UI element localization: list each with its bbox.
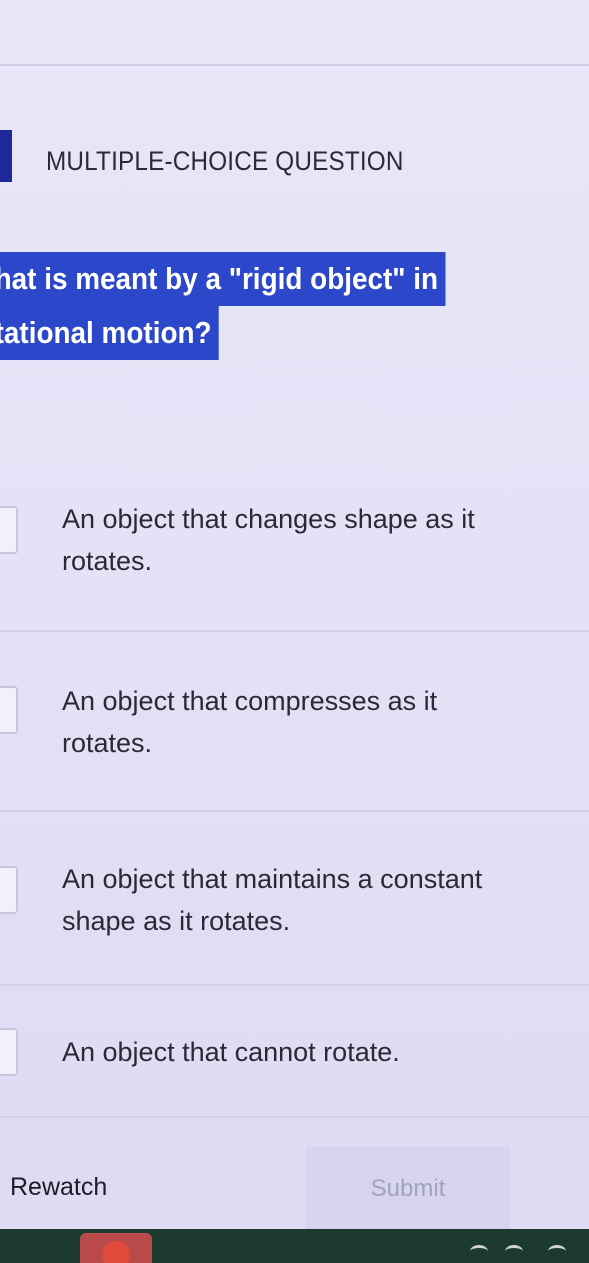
answer-option-label[interactable]: An object that compresses as it rotates. bbox=[62, 680, 532, 764]
taskbar-icon[interactable] bbox=[548, 1245, 566, 1258]
answer-option-1-line-1: An object that changes shape as it bbox=[62, 504, 475, 534]
option-divider bbox=[0, 1116, 589, 1118]
taskbar bbox=[0, 1229, 589, 1263]
answer-option-4-line-1: An object that cannot rotate. bbox=[62, 1037, 400, 1067]
option-divider bbox=[0, 984, 589, 986]
checkbox-icon[interactable] bbox=[0, 506, 18, 554]
answer-option-label[interactable]: An object that changes shape as it rotat… bbox=[62, 498, 532, 582]
option-divider bbox=[0, 630, 589, 632]
top-divider bbox=[0, 64, 589, 66]
question-text-line-1: hat is meant by a "rigid object" in bbox=[0, 252, 446, 306]
question-text: hat is meant by a "rigid object" in tati… bbox=[0, 252, 450, 360]
checkbox-icon[interactable] bbox=[0, 1028, 18, 1076]
answer-option-3-line-1: An object that maintains a constant bbox=[62, 864, 483, 894]
answer-option-label[interactable]: An object that cannot rotate. bbox=[62, 1031, 532, 1073]
question-text-line-2: tational motion? bbox=[0, 306, 219, 360]
answer-option-3-line-2: shape as it rotates. bbox=[62, 906, 291, 936]
answer-option-label[interactable]: An object that maintains a constant shap… bbox=[62, 858, 532, 942]
taskbar-icon[interactable] bbox=[505, 1245, 523, 1258]
taskbar-icon[interactable] bbox=[470, 1245, 488, 1258]
answer-option-2-line-1: An object that compresses as it bbox=[62, 686, 438, 716]
option-divider bbox=[0, 810, 589, 812]
quiz-page: MULTIPLE-CHOICE QUESTION hat is meant by… bbox=[0, 0, 589, 1263]
checkbox-icon[interactable] bbox=[0, 686, 18, 734]
taskbar-app-icon[interactable] bbox=[80, 1233, 152, 1263]
question-accent-bar bbox=[0, 130, 12, 182]
answer-option-2-line-2: rotates. bbox=[62, 728, 153, 758]
app-logo-icon bbox=[102, 1241, 130, 1263]
question-type-label: MULTIPLE-CHOICE QUESTION bbox=[46, 146, 404, 176]
checkbox-icon[interactable] bbox=[0, 866, 18, 914]
quiz-footer: Rewatch Submit bbox=[0, 1145, 589, 1231]
submit-button[interactable]: Submit bbox=[306, 1147, 510, 1231]
rewatch-button[interactable]: Rewatch bbox=[10, 1173, 107, 1202]
answer-option-1-line-2: rotates. bbox=[62, 546, 153, 576]
